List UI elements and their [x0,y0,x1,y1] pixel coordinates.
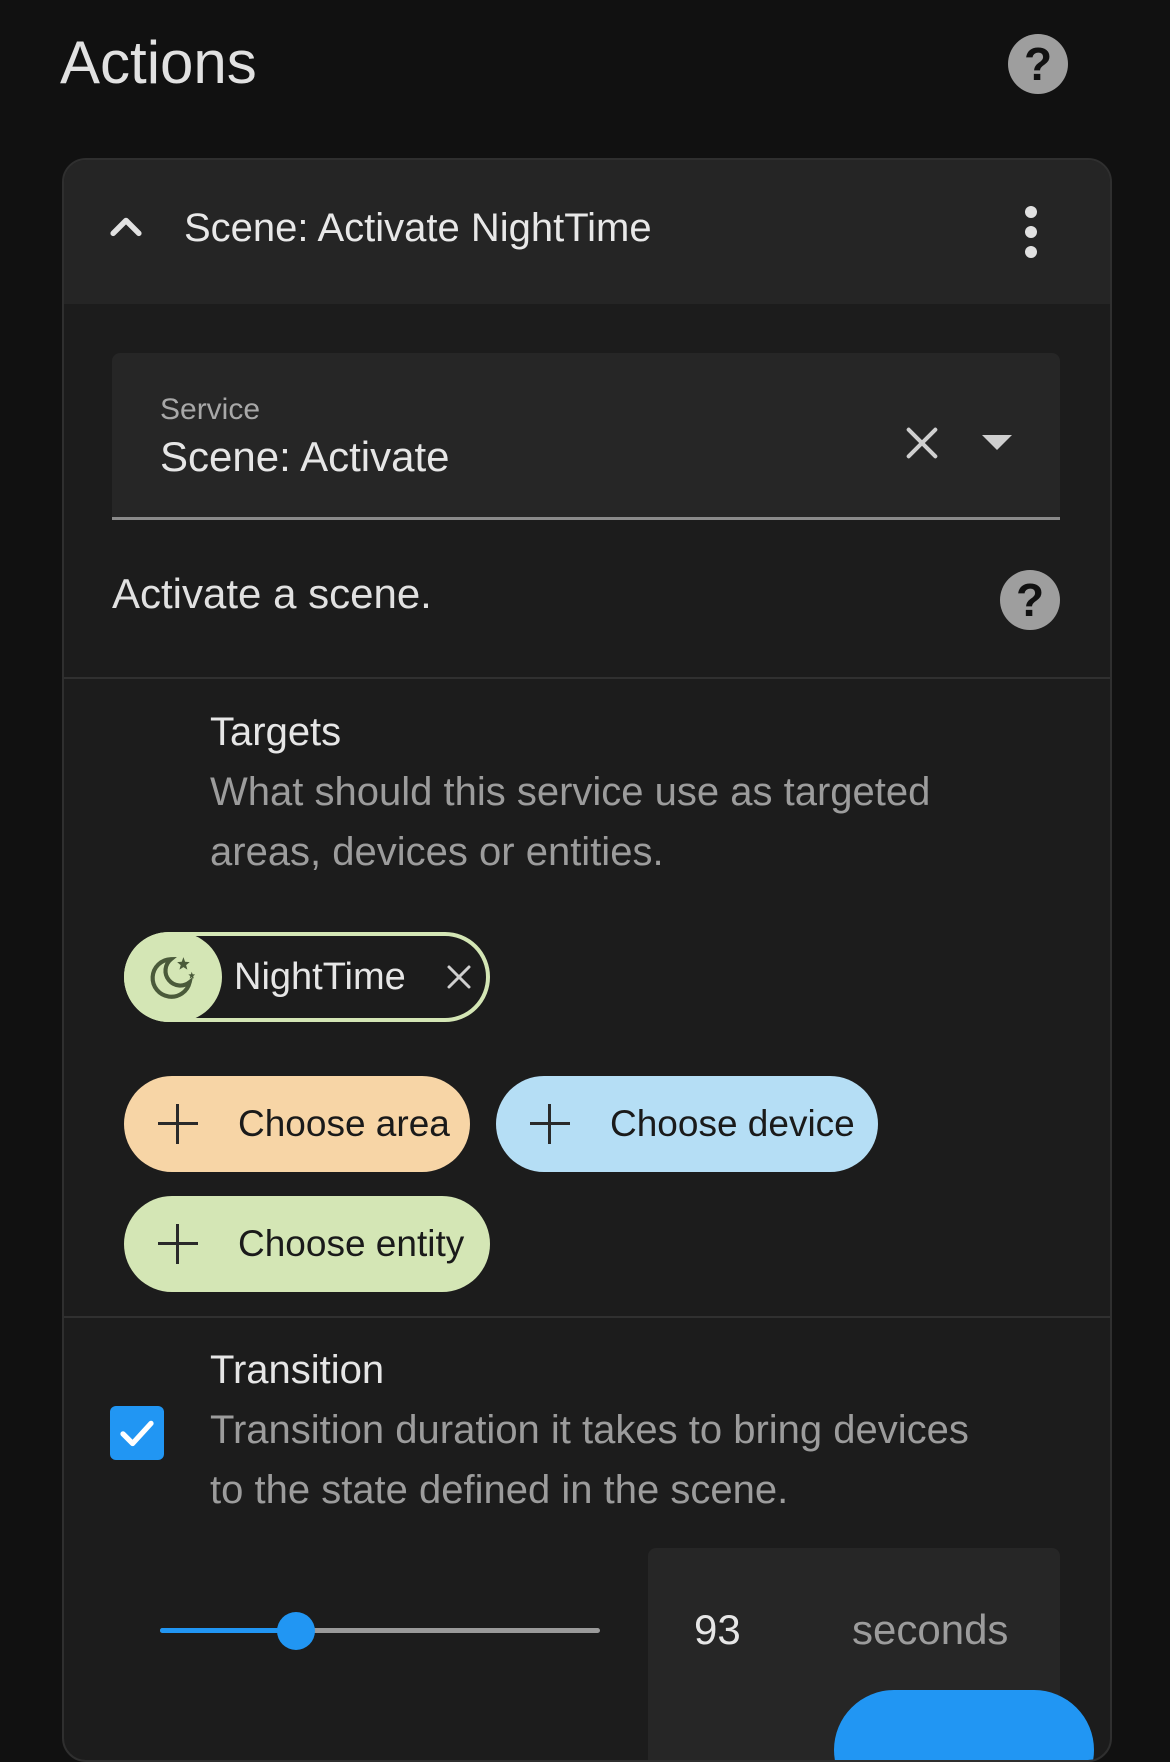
transition-slider[interactable] [160,1612,600,1650]
choose-entity-button[interactable]: Choose entity [124,1196,490,1292]
slider-thumb[interactable] [277,1612,316,1650]
choose-device-button[interactable]: Choose device [496,1076,878,1172]
clear-icon[interactable] [902,423,942,463]
plus-icon [530,1104,570,1144]
plus-icon [158,1104,198,1144]
duration-value: 93 [694,1606,741,1653]
checkmark-icon [120,1420,154,1447]
remove-chip-icon[interactable] [444,962,474,992]
choose-entity-label: Choose entity [238,1223,465,1264]
choose-area-label: Choose area [238,1103,450,1144]
service-label: Service [160,393,261,426]
help-icon[interactable]: ? [1008,34,1068,94]
divider [64,677,1110,679]
divider [64,1316,1110,1318]
action-title: Scene: Activate NightTime [184,206,652,250]
service-description: Activate a scene. [112,570,432,617]
targets-description: What should this service use as targeted… [210,770,931,874]
service-select[interactable]: Service Scene: Activate [112,353,1060,520]
choose-device-label: Choose device [610,1103,855,1144]
more-options-icon[interactable] [1024,206,1038,258]
action-card-header[interactable]: Scene: Activate NightTime [64,160,1110,304]
slider-fill [160,1628,297,1633]
weather-night-icon [150,957,196,999]
target-chip-nighttime[interactable]: NightTime [124,932,490,1022]
transition-description: Transition duration it takes to bring de… [210,1408,969,1512]
save-fab-button[interactable] [834,1690,1094,1760]
chevron-up-icon[interactable] [104,204,148,248]
action-card: Scene: Activate NightTime Service Scene:… [62,158,1112,1762]
service-value: Scene: Activate [160,433,450,480]
duration-unit: seconds [852,1606,1009,1653]
page-title: Actions [60,29,257,96]
transition-checkbox[interactable] [110,1406,164,1460]
plus-icon [158,1224,198,1264]
transition-title: Transition [210,1348,385,1392]
dropdown-arrow-icon[interactable] [982,435,1012,450]
choose-area-button[interactable]: Choose area [124,1076,470,1172]
targets-title: Targets [210,710,342,754]
service-help-icon[interactable]: ? [1000,570,1060,630]
chip-label: NightTime [234,956,406,998]
